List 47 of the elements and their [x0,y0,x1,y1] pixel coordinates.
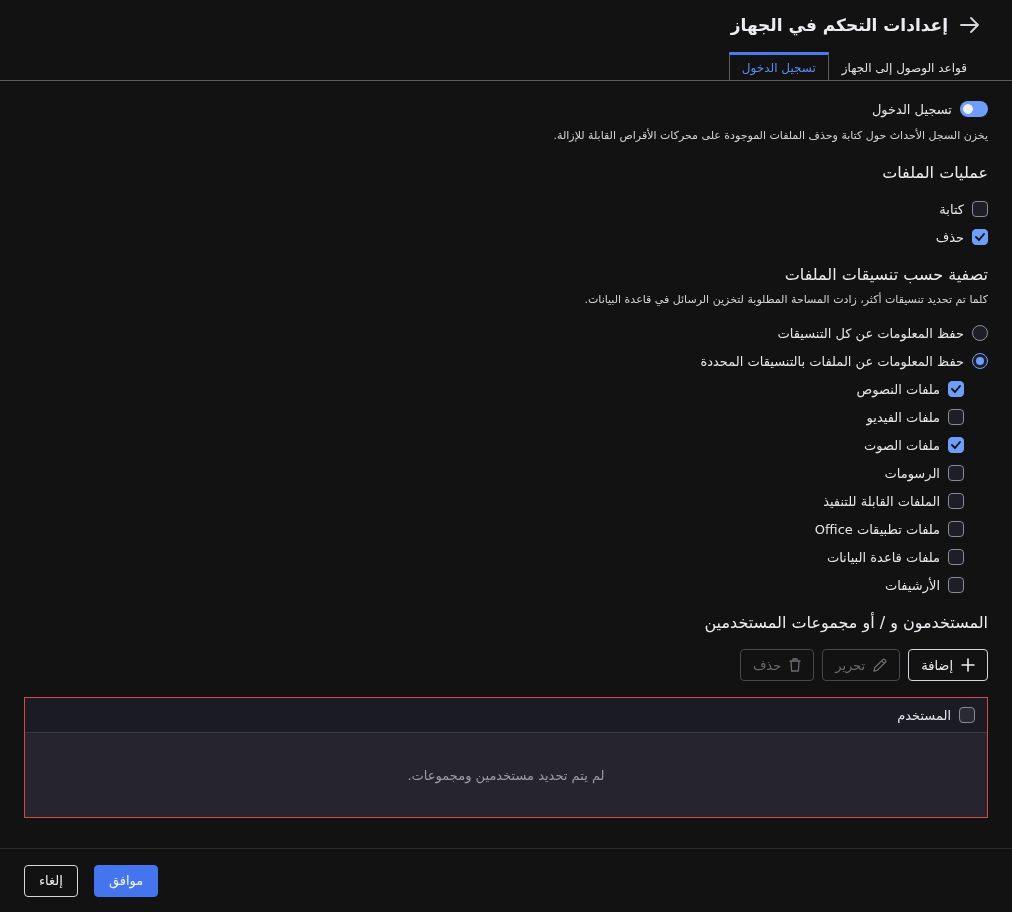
radio-label: حفظ المعلومات عن الملفات بالتنسيقات المحددة [700,353,964,369]
checkbox-label: الرسومات [884,465,940,481]
confirm-button[interactable]: موافق [93,864,159,897]
checkmark-icon [975,233,985,241]
description-text: يخزن السجل الأحداث حول كتابة وحذف الملفات الموجودة على محركات الأقراص القابلة للإزالة. [553,127,988,144]
section-heading: تصفية حسب تنسيقات الملفات [784,264,988,286]
checkbox[interactable] [948,521,964,537]
radio-button[interactable] [972,353,988,369]
plus-icon [961,658,975,672]
section-heading: عمليات الملفات [882,162,988,184]
checkbox[interactable] [972,201,988,217]
cancel-button[interactable]: إلغاء [24,864,78,897]
page-title: إعدادات التحكم في الجهاز [730,14,948,38]
checkbox[interactable] [948,465,964,481]
empty-message: لم يتم تحديد مستخدمين ومجموعات. [407,767,605,783]
checkbox-label: الملفات القابلة للتنفيذ [823,493,940,509]
description-text: كلما تم تحديد تنسيقات أكثر، زادت المساحة المطلوبة لتخزين الرسائل في قاعدة البيانات. [584,291,988,308]
checkbox[interactable] [948,493,964,509]
section-heading: المستخدمون و / أو مجموعات المستخدمين [704,611,988,635]
checkbox-label: كتابة [939,201,964,217]
back-arrow-icon[interactable] [960,17,980,33]
checkbox[interactable] [948,577,964,593]
radio-button[interactable] [972,325,988,341]
checkbox-label: حذف [935,229,964,245]
checkbox-label: ملفات النصوص [856,381,940,397]
checkbox-label: الأرشيفات [885,577,940,593]
radio-label: حفظ المعلومات عن كل التنسيقات [777,325,964,341]
select-all-checkbox[interactable] [959,707,975,723]
column-header[interactable]: المستخدم [897,707,951,723]
checkbox-label: ملفات قاعدة البيانات [826,549,940,565]
checkbox[interactable] [972,229,988,245]
checkbox-label: ملفات تطبيقات Office [814,521,940,537]
toggle-label: تسجيل الدخول [871,101,952,117]
checkbox[interactable] [948,549,964,565]
checkbox-label: ملفات الفيديو [866,409,940,425]
tab[interactable]: قواعد الوصول إلى الجهاز [828,52,980,80]
checkbox[interactable] [948,409,964,425]
checkbox-label: ملفات الصوت [864,437,940,453]
pencil-icon [873,658,888,672]
toggle-switch[interactable] [960,101,988,117]
checkbox[interactable] [948,381,964,397]
tab[interactable]: تسجيل الدخول [728,52,829,80]
checkbox[interactable] [948,437,964,453]
add-button[interactable]: إضافة [908,649,988,681]
checkmark-icon [951,441,961,449]
trash-icon [789,658,802,672]
checkmark-icon [951,385,961,393]
